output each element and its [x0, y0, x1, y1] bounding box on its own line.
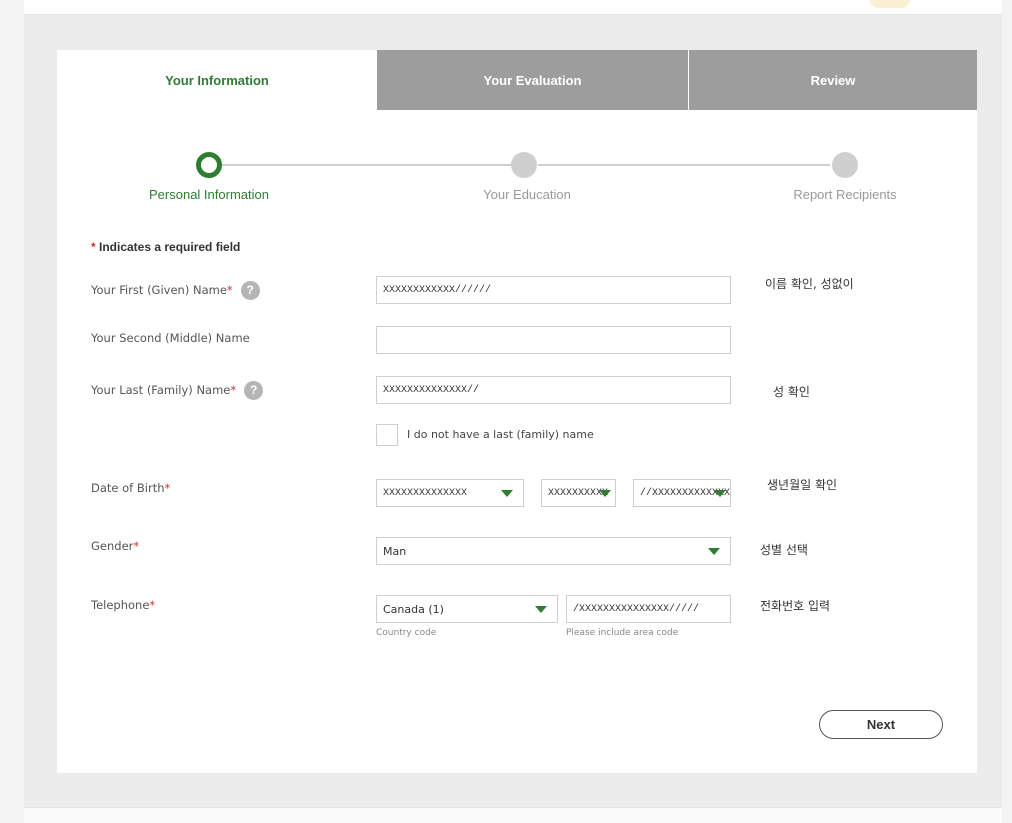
- country-code-value: Canada (1): [383, 602, 444, 616]
- progress-line: [538, 164, 830, 166]
- chevron-down-icon: [535, 606, 547, 613]
- country-code-hint: Country code: [376, 628, 437, 638]
- first-name-input[interactable]: XXXXXXXXXXXX//////: [376, 276, 731, 304]
- last-name-label: Your Last (Family) Name*?: [91, 381, 264, 400]
- dob-month-value: XXXXXXXXXXXXXX: [383, 487, 468, 499]
- gender-label: Gender*: [91, 539, 139, 553]
- last-name-label-text: Your Last (Family) Name: [91, 383, 231, 397]
- first-name-label-text: Your First (Given) Name: [91, 283, 227, 297]
- required-star: *: [133, 539, 140, 553]
- dob-month-select[interactable]: XXXXXXXXXXXXXX: [376, 479, 524, 507]
- no-last-name-label: I do not have a last (family) name: [407, 428, 594, 441]
- required-field-note: * Indicates a required field: [91, 240, 240, 254]
- tab-review[interactable]: Review: [689, 50, 977, 110]
- tab-your-information[interactable]: Your Information: [57, 50, 377, 110]
- first-name-label: Your First (Given) Name*?: [91, 281, 260, 300]
- step-indicator-upcoming: [511, 152, 537, 178]
- step-label-report-recipients: Report Recipients: [793, 187, 897, 202]
- chevron-down-icon: [501, 490, 513, 497]
- chevron-down-icon: [714, 490, 726, 497]
- annotation-gender: 성별 선택: [760, 543, 808, 557]
- gender-value: Man: [383, 544, 407, 558]
- chevron-down-icon: [708, 548, 720, 555]
- required-star: *: [164, 481, 171, 495]
- gender-label-text: Gender: [91, 539, 134, 553]
- dob-year-select[interactable]: //XXXXXXXXXXXXXX//: [633, 479, 731, 507]
- step-label-personal-information: Personal Information: [149, 187, 269, 202]
- step-indicator-upcoming: [832, 152, 858, 178]
- logo-fragment: [870, 0, 910, 8]
- annotation-phone: 전화번호 입력: [760, 599, 831, 613]
- country-code-select[interactable]: Canada (1): [376, 595, 558, 623]
- step-label-your-education: Your Education: [483, 187, 571, 202]
- progress-line: [222, 164, 524, 166]
- telephone-label: Telephone*: [91, 598, 155, 612]
- no-last-name-checkbox[interactable]: [376, 424, 398, 446]
- annotation-dob: 생년월일 확인: [767, 478, 838, 492]
- annotation-last-name: 성 확인: [773, 385, 810, 399]
- next-button[interactable]: Next: [819, 710, 943, 739]
- chevron-down-icon: [599, 490, 611, 497]
- step-indicator-current: [196, 152, 222, 178]
- dob-label: Date of Birth*: [91, 481, 170, 495]
- help-icon[interactable]: ?: [244, 381, 264, 400]
- area-code-hint: Please include area code: [566, 628, 679, 638]
- required-star: *: [149, 598, 156, 612]
- middle-name-label: Your Second (Middle) Name: [91, 331, 250, 345]
- bottom-strip: [24, 807, 1002, 823]
- required-star: *: [226, 283, 233, 297]
- tab-your-evaluation[interactable]: Your Evaluation: [377, 50, 688, 110]
- last-name-input[interactable]: XXXXXXXXXXXXXX//: [376, 376, 731, 404]
- middle-name-input[interactable]: [376, 326, 731, 354]
- dob-label-text: Date of Birth: [91, 481, 165, 495]
- gender-select[interactable]: Man: [376, 537, 731, 565]
- dob-day-select[interactable]: XXXXXXXXXX: [541, 479, 616, 507]
- telephone-label-text: Telephone: [91, 598, 150, 612]
- required-note-text: Indicates a required field: [95, 240, 241, 254]
- top-strip: [24, 0, 1002, 15]
- annotation-name: 이름 확인, 성없이: [765, 277, 854, 291]
- help-icon[interactable]: ?: [240, 281, 260, 300]
- required-star: *: [230, 383, 237, 397]
- phone-number-input[interactable]: /XXXXXXXXXXXXXXX/////: [566, 595, 731, 623]
